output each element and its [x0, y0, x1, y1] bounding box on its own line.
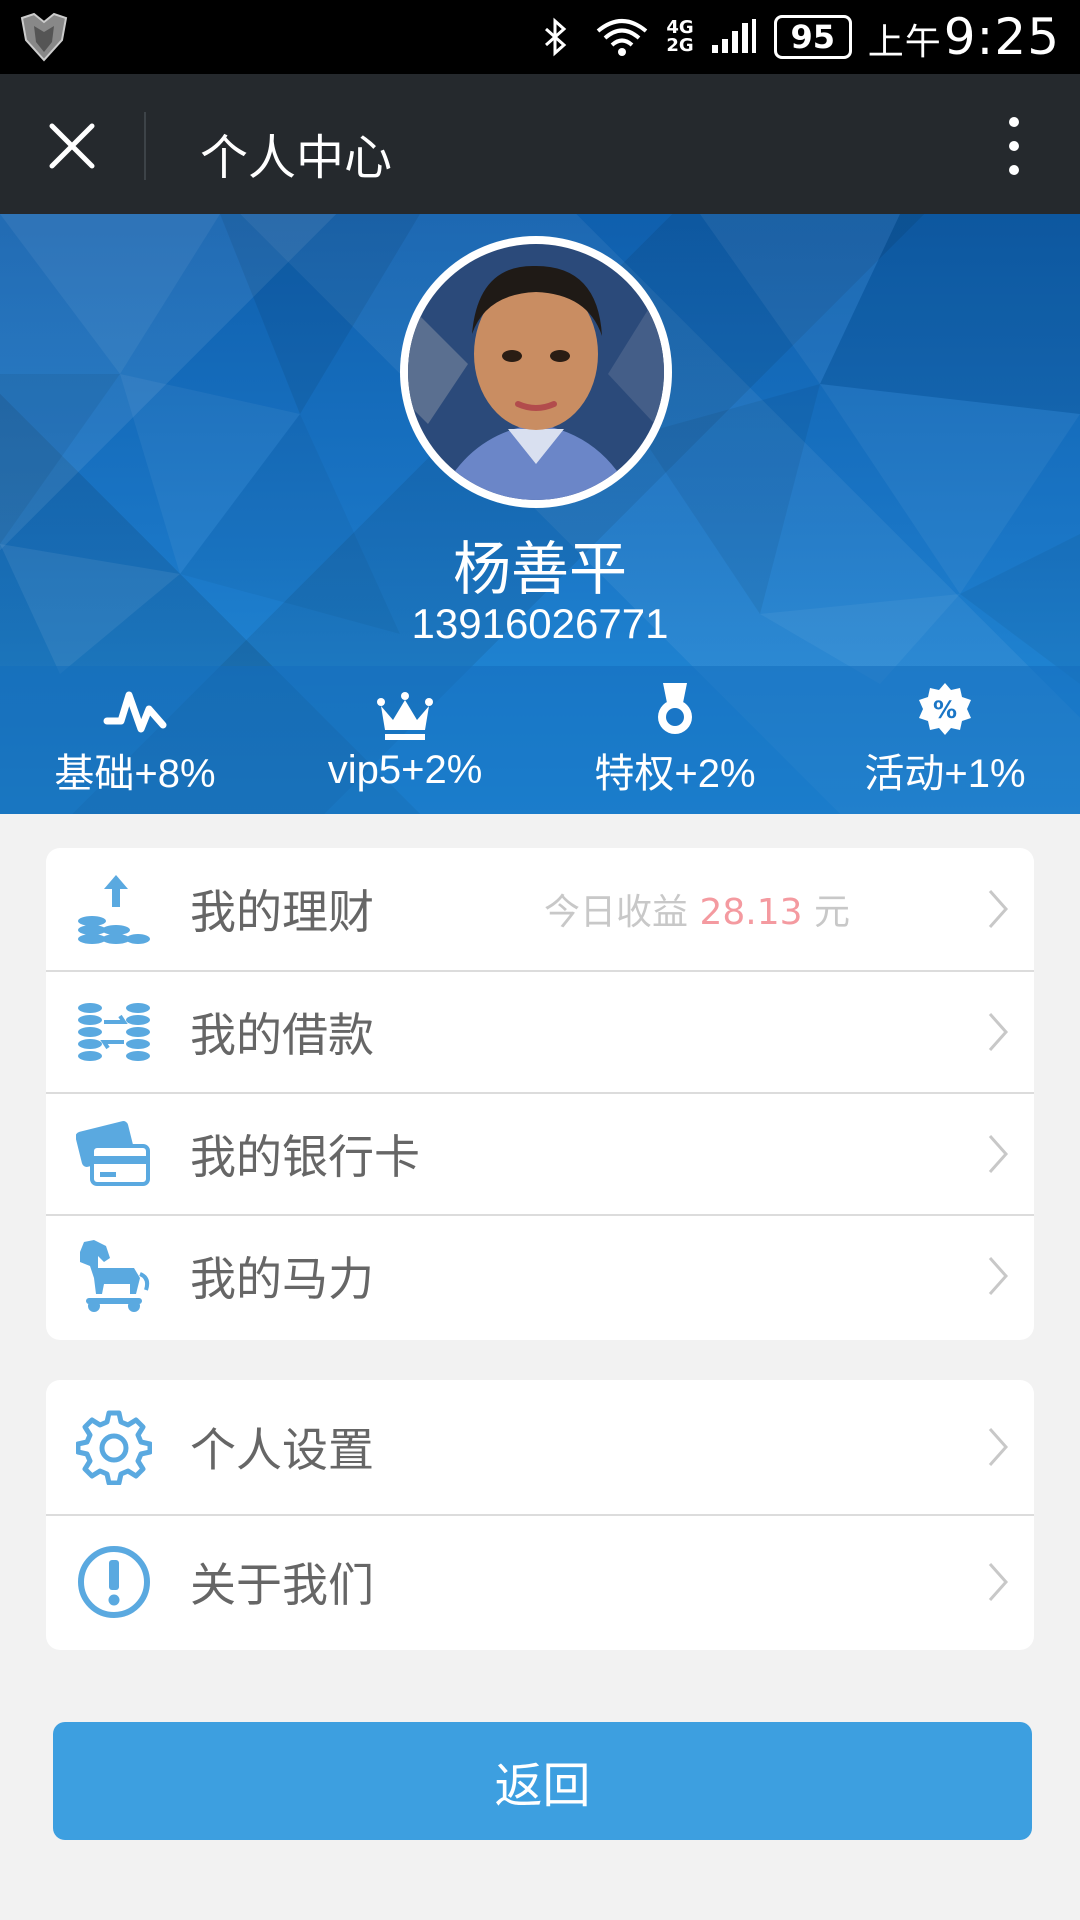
stat-activity[interactable]: % 活动+1% [810, 666, 1080, 814]
crown-icon [377, 691, 433, 740]
menu-item-horsepower-label: 我的马力 [190, 1252, 374, 1306]
stat-activity-label: 活动+1% [864, 752, 1026, 796]
menu-item-settings-label: 个人设置 [190, 1423, 374, 1477]
rate-stats-bar: 基础+8% vip5+2% 特权+2% % 活动+1% [0, 666, 1080, 814]
menu-item-bank-cards-label: 我的银行卡 [190, 1130, 420, 1184]
chevron-right-icon [988, 1135, 1009, 1173]
percent-badge-icon: % [919, 683, 971, 735]
today-earnings: 今日收益 28.13 元 [544, 883, 850, 935]
more-menu-button[interactable] [984, 104, 1044, 188]
bank-card-icon [76, 1121, 150, 1186]
stat-basic[interactable]: 基础+8% [0, 666, 270, 814]
more-dot-icon [1009, 141, 1019, 151]
exclamation-circle-icon [78, 1546, 150, 1618]
clock-time: 9:25 [943, 8, 1060, 66]
shield-app-icon [20, 12, 68, 62]
bluetooth-icon [545, 17, 567, 57]
chevron-right-icon [988, 1428, 1009, 1466]
menu-card-secondary: 个人设置 关于我们 [46, 1380, 1034, 1650]
network-type-bottom: 2G [666, 35, 694, 56]
back-button[interactable]: 返回 [53, 1722, 1032, 1840]
network-type: 4G 2G [666, 19, 693, 55]
user-phone: 13916026771 [411, 600, 669, 647]
menu-item-loans[interactable]: 我的借款 [46, 970, 1034, 1092]
avatar[interactable] [400, 236, 672, 508]
menu-item-about-label: 关于我们 [190, 1558, 374, 1612]
stat-basic-label: 基础+8% [54, 752, 216, 796]
chevron-right-icon [988, 1257, 1009, 1295]
wifi-icon [597, 19, 648, 56]
horse-icon [80, 1240, 150, 1312]
stat-vip-label: vip5+2% [327, 747, 483, 792]
menu-item-about[interactable]: 关于我们 [46, 1514, 1034, 1648]
battery-indicator: 95 [773, 15, 852, 59]
today-earnings-unit: 元 [813, 892, 850, 933]
status-bar: 4G 2G 95 上午9:25 [0, 0, 1080, 74]
close-icon [49, 123, 95, 169]
today-earnings-amount: 28.13 [699, 892, 803, 933]
more-dot-icon [1009, 165, 1019, 175]
menu-item-bank-cards[interactable]: 我的银行卡 [46, 1092, 1034, 1214]
title-bar: 个人中心 [0, 74, 1080, 214]
page-title: 个人中心 [200, 130, 393, 186]
coins-up-icon [78, 875, 150, 944]
gear-icon [76, 1410, 152, 1485]
signal-icon [711, 19, 756, 53]
menu-item-settings[interactable]: 个人设置 [46, 1380, 1034, 1514]
menu-item-loans-label: 我的借款 [190, 1008, 374, 1062]
coins-exchange-icon [78, 1003, 150, 1061]
clock-ampm: 上午 [867, 22, 942, 63]
menu-item-investment[interactable]: 我的理财 今日收益 28.13 元 [46, 848, 1034, 970]
chevron-right-icon [988, 1013, 1009, 1051]
today-earnings-prefix: 今日收益 [544, 892, 689, 933]
stat-vip[interactable]: vip5+2% [270, 666, 540, 814]
menu-item-investment-label: 我的理财 [190, 885, 374, 939]
pulse-icon [103, 691, 167, 733]
chevron-right-icon [988, 1563, 1009, 1601]
stat-privilege-label: 特权+2% [594, 752, 756, 796]
svg-text:%: % [933, 696, 957, 724]
user-name: 杨善平 [452, 535, 627, 603]
profile-header: 杨善平 13916026771 基础+8% vip5+2% 特权+2% % 活动… [0, 214, 1080, 814]
chevron-right-icon [988, 890, 1009, 928]
close-button[interactable] [30, 104, 114, 188]
title-divider [144, 112, 146, 180]
stat-privilege[interactable]: 特权+2% [540, 666, 810, 814]
menu-item-horsepower[interactable]: 我的马力 [46, 1214, 1034, 1336]
clock: 上午9:25 [868, 8, 1060, 66]
medal-icon [658, 683, 692, 734]
avatar-portrait-image [408, 244, 664, 500]
menu-card-primary: 我的理财 今日收益 28.13 元 我的借款 我的银行卡 我的马力 [46, 848, 1034, 1340]
more-dot-icon [1009, 117, 1019, 127]
